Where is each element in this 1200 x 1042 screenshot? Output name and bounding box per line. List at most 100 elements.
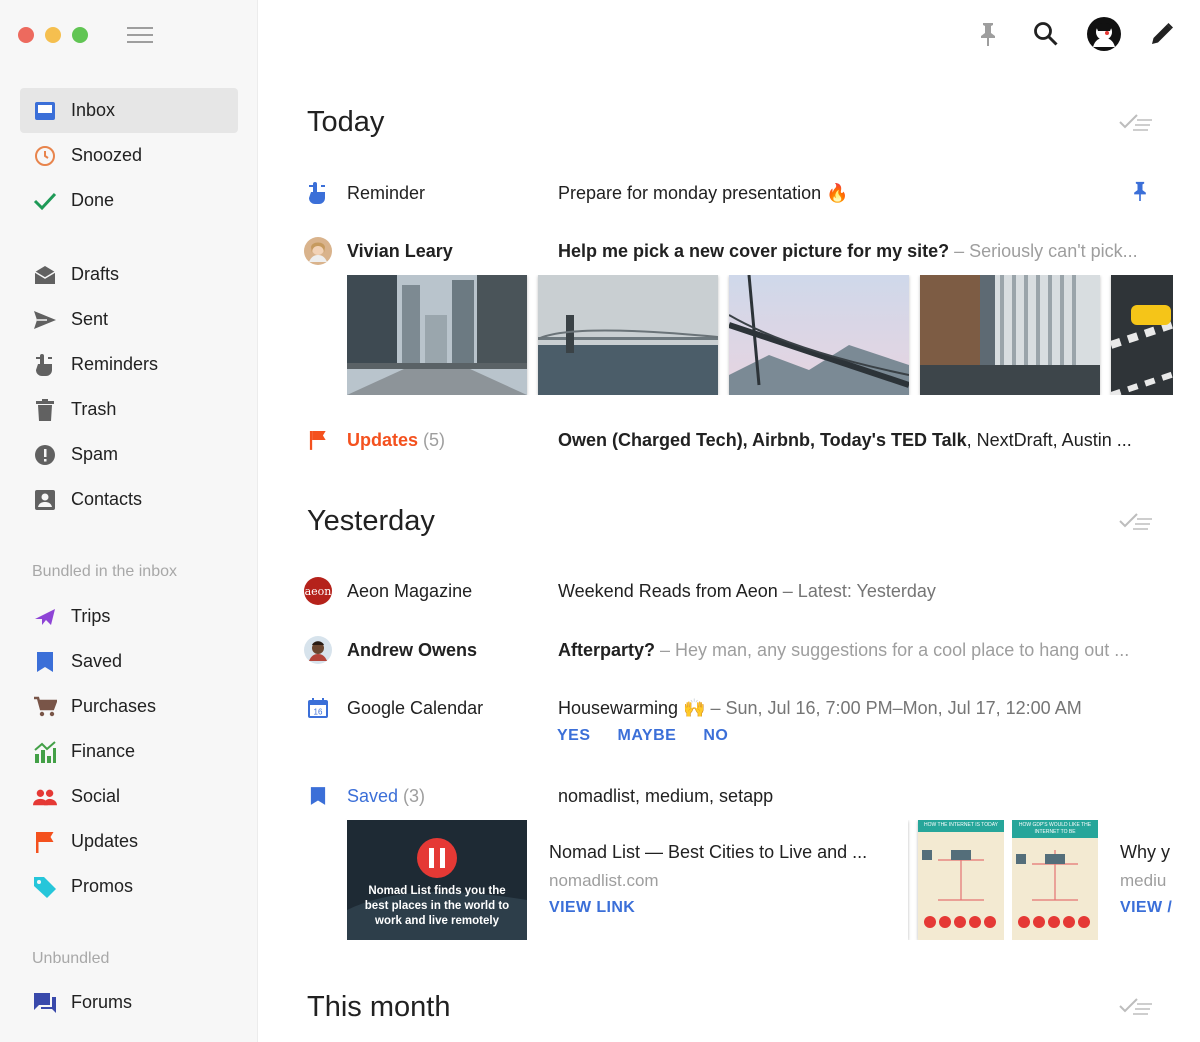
sidebar-item-forums[interactable]: Forums [20, 980, 238, 1025]
sidebar-item-label: Promos [71, 876, 134, 896]
sweep-icon [1119, 998, 1152, 1015]
rsvp-yes-button[interactable]: YES [557, 727, 591, 745]
clock-icon [33, 144, 57, 168]
flag-icon [33, 830, 57, 854]
sidebar-item-contacts[interactable]: Contacts [20, 477, 238, 522]
list-item-andrew-owens[interactable]: Andrew Owens Afterparty? – Hey man, any … [303, 630, 1163, 670]
link-preview-image: Nomad List finds you the best places in … [347, 820, 527, 940]
list-item-vivian-leary[interactable]: Vivian Leary Help me pick a new cover pi… [303, 231, 1163, 271]
link-card-medium[interactable]: HOW THE INTERNET IS TODAY HOW GDP'S WOUL… [918, 820, 1173, 940]
sidebar-item-label: Finance [71, 741, 136, 761]
bundle-item-updates[interactable]: Updates (5) Owen (Charged Tech), Airbnb,… [303, 420, 1163, 460]
forum-icon [33, 991, 57, 1015]
sidebar-item-trips[interactable]: Trips [20, 594, 238, 639]
sidebar-item-done[interactable]: Done [20, 178, 238, 223]
bundled-section-header: Bundled in the inbox [32, 563, 177, 580]
list-item-google-calendar[interactable]: 16 Google Calendar Housewarming 🙌 – Sun,… [303, 688, 1163, 728]
calendar-icon: 16 [303, 693, 333, 723]
sidebar-item-label: Sent [71, 309, 109, 329]
bookmark-icon [303, 781, 333, 811]
sidebar-item-finance[interactable]: Finance [20, 729, 238, 774]
sidebar-item-label: Trips [71, 606, 111, 626]
rsvp-maybe-button[interactable]: MAYBE [618, 727, 677, 745]
email-subject: Owen (Charged Tech), Airbnb, Today's TED… [558, 429, 1132, 450]
rsvp-no-button[interactable]: NO [703, 727, 728, 745]
sidebar-item-reminders[interactable]: Reminders [20, 342, 238, 387]
bundled-nav: Trips Saved Purchases Finance Social Upd… [20, 594, 238, 909]
link-preview-caption: Nomad List finds you the best places in … [364, 885, 510, 927]
link-title: Nomad List — Best Cities to Live and ... [549, 842, 868, 862]
window-controls [18, 27, 88, 43]
bundle-name: Saved (3) [347, 785, 426, 806]
cart-icon [33, 695, 57, 719]
sidebar-item-spam[interactable]: Spam [20, 432, 238, 477]
link-preview-image: HOW THE INTERNET IS TODAY HOW GDP'S WOUL… [918, 820, 1098, 940]
finance-icon [33, 740, 57, 764]
avatar: aeon [303, 576, 333, 606]
attachment-thumbnail[interactable] [920, 275, 1100, 395]
send-icon [33, 308, 57, 332]
link-domain: mediu [1120, 871, 1167, 890]
sidebar-item-label: Trash [71, 399, 117, 419]
pinned-icon[interactable] [1133, 181, 1153, 206]
list-item-aeon-magazine[interactable]: aeon Aeon Magazine Weekend Reads from Ae… [303, 571, 1163, 611]
sender-name: Andrew Owens [347, 639, 478, 660]
sidebar-item-inbox[interactable]: Inbox [20, 88, 238, 133]
sidebar: Inbox Snoozed Done Drafts Sent Reminders… [0, 0, 258, 1042]
close-window-button[interactable] [18, 27, 34, 43]
sidebar-item-updates[interactable]: Updates [20, 819, 238, 864]
sidebar-item-snoozed[interactable]: Snoozed [20, 133, 238, 178]
email-subject: nomadlist, medium, setapp [558, 785, 774, 806]
email-subject: Weekend Reads from Aeon – Latest: Yester… [558, 580, 936, 601]
sidebar-item-saved[interactable]: Saved [20, 639, 238, 684]
sweep-done-button[interactable] [1119, 994, 1153, 1016]
view-link-button[interactable]: VIEW LINK [549, 899, 886, 917]
drafts-icon [33, 263, 57, 287]
bookmark-icon [33, 650, 57, 674]
sidebar-item-label: Spam [71, 444, 119, 464]
bundle-item-saved[interactable]: Saved (3) nomadlist, medium, setapp [303, 776, 1163, 816]
sidebar-item-label: Contacts [71, 489, 143, 509]
sidebar-item-drafts[interactable]: Drafts [20, 252, 238, 297]
check-icon [33, 189, 57, 213]
sender-name: Reminder [347, 182, 426, 203]
sidebar-item-promos[interactable]: Promos [20, 864, 238, 909]
attachment-thumbnail[interactable] [729, 275, 909, 395]
link-title: Why y [1120, 842, 1171, 862]
svg-text:16: 16 [314, 708, 323, 717]
avatar [303, 236, 333, 266]
minimize-window-button[interactable] [45, 27, 61, 43]
contacts-icon [33, 488, 57, 512]
sidebar-item-label: Snoozed [71, 145, 143, 165]
attachment-thumbnail[interactable] [1111, 275, 1173, 395]
maximize-window-button[interactable] [72, 27, 88, 43]
sidebar-item-label: Purchases [71, 696, 157, 716]
list-item-reminder[interactable]: Reminder Prepare for monday presentation… [303, 173, 1163, 213]
spam-icon [33, 443, 57, 467]
tag-icon [33, 875, 57, 899]
inbox-icon [33, 99, 57, 123]
sender-name: Vivian Leary [347, 240, 453, 261]
email-subject: Prepare for monday presentation 🔥 [558, 182, 849, 203]
flag-icon [303, 425, 333, 455]
section-title-today: Today [307, 106, 385, 138]
avatar [303, 635, 333, 665]
sidebar-item-purchases[interactable]: Purchases [20, 684, 238, 729]
sweep-icon [1119, 114, 1152, 131]
attachment-thumbnail[interactable] [347, 275, 527, 395]
sidebar-item-label: Done [71, 190, 115, 210]
section-title-this-month: This month [307, 991, 451, 1023]
sidebar-item-social[interactable]: Social [20, 774, 238, 819]
email-subject: Housewarming 🙌 – Sun, Jul 16, 7:00 PM–Mo… [558, 697, 1082, 718]
sidebar-item-sent[interactable]: Sent [20, 297, 238, 342]
sweep-done-button[interactable] [1119, 110, 1153, 132]
view-link-button[interactable]: VIEW / [1120, 899, 1173, 917]
menu-icon[interactable] [127, 27, 153, 45]
link-card-nomadlist[interactable]: Nomad List finds you the best places in … [347, 820, 908, 940]
sweep-done-button[interactable] [1119, 509, 1153, 531]
reminder-icon [33, 353, 57, 377]
sidebar-item-label: Social [71, 786, 121, 806]
sender-name: Google Calendar [347, 697, 484, 718]
sidebar-item-trash[interactable]: Trash [20, 387, 238, 432]
attachment-thumbnail[interactable] [538, 275, 718, 395]
